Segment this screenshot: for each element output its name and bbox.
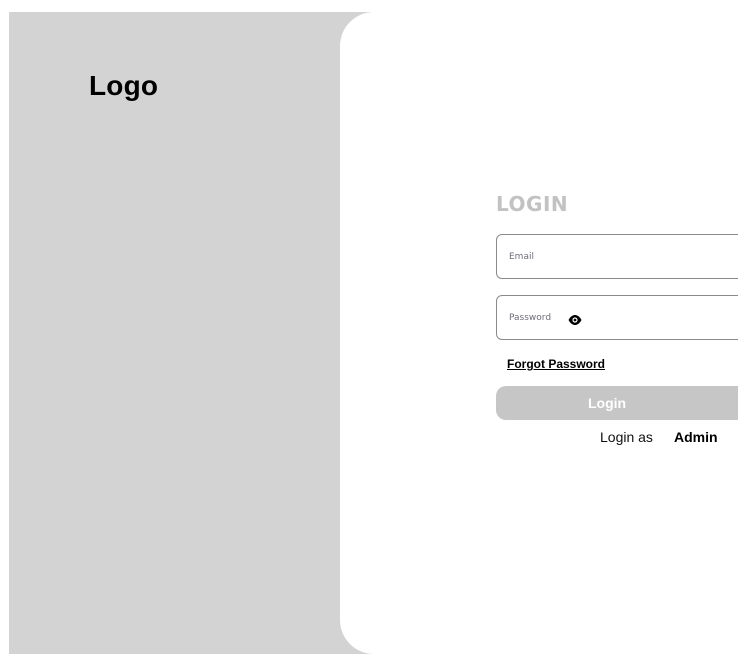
email-input[interactable]: [509, 235, 738, 278]
admin-link[interactable]: Admin: [674, 429, 718, 445]
email-field[interactable]: [496, 234, 738, 279]
password-input[interactable]: [509, 296, 564, 339]
password-field[interactable]: [496, 295, 738, 340]
login-screen: Logo LOGIN Forgot Password Login Login a…: [9, 12, 738, 654]
logo: Logo: [89, 70, 159, 101]
login-title: LOGIN: [496, 192, 569, 216]
login-panel: LOGIN Forgot Password Login Login as Adm…: [340, 12, 738, 654]
login-as-label: Login as: [600, 429, 653, 445]
forgot-password-link[interactable]: Forgot Password: [507, 357, 605, 371]
login-button[interactable]: Login: [496, 386, 738, 420]
eye-icon[interactable]: [568, 312, 582, 325]
